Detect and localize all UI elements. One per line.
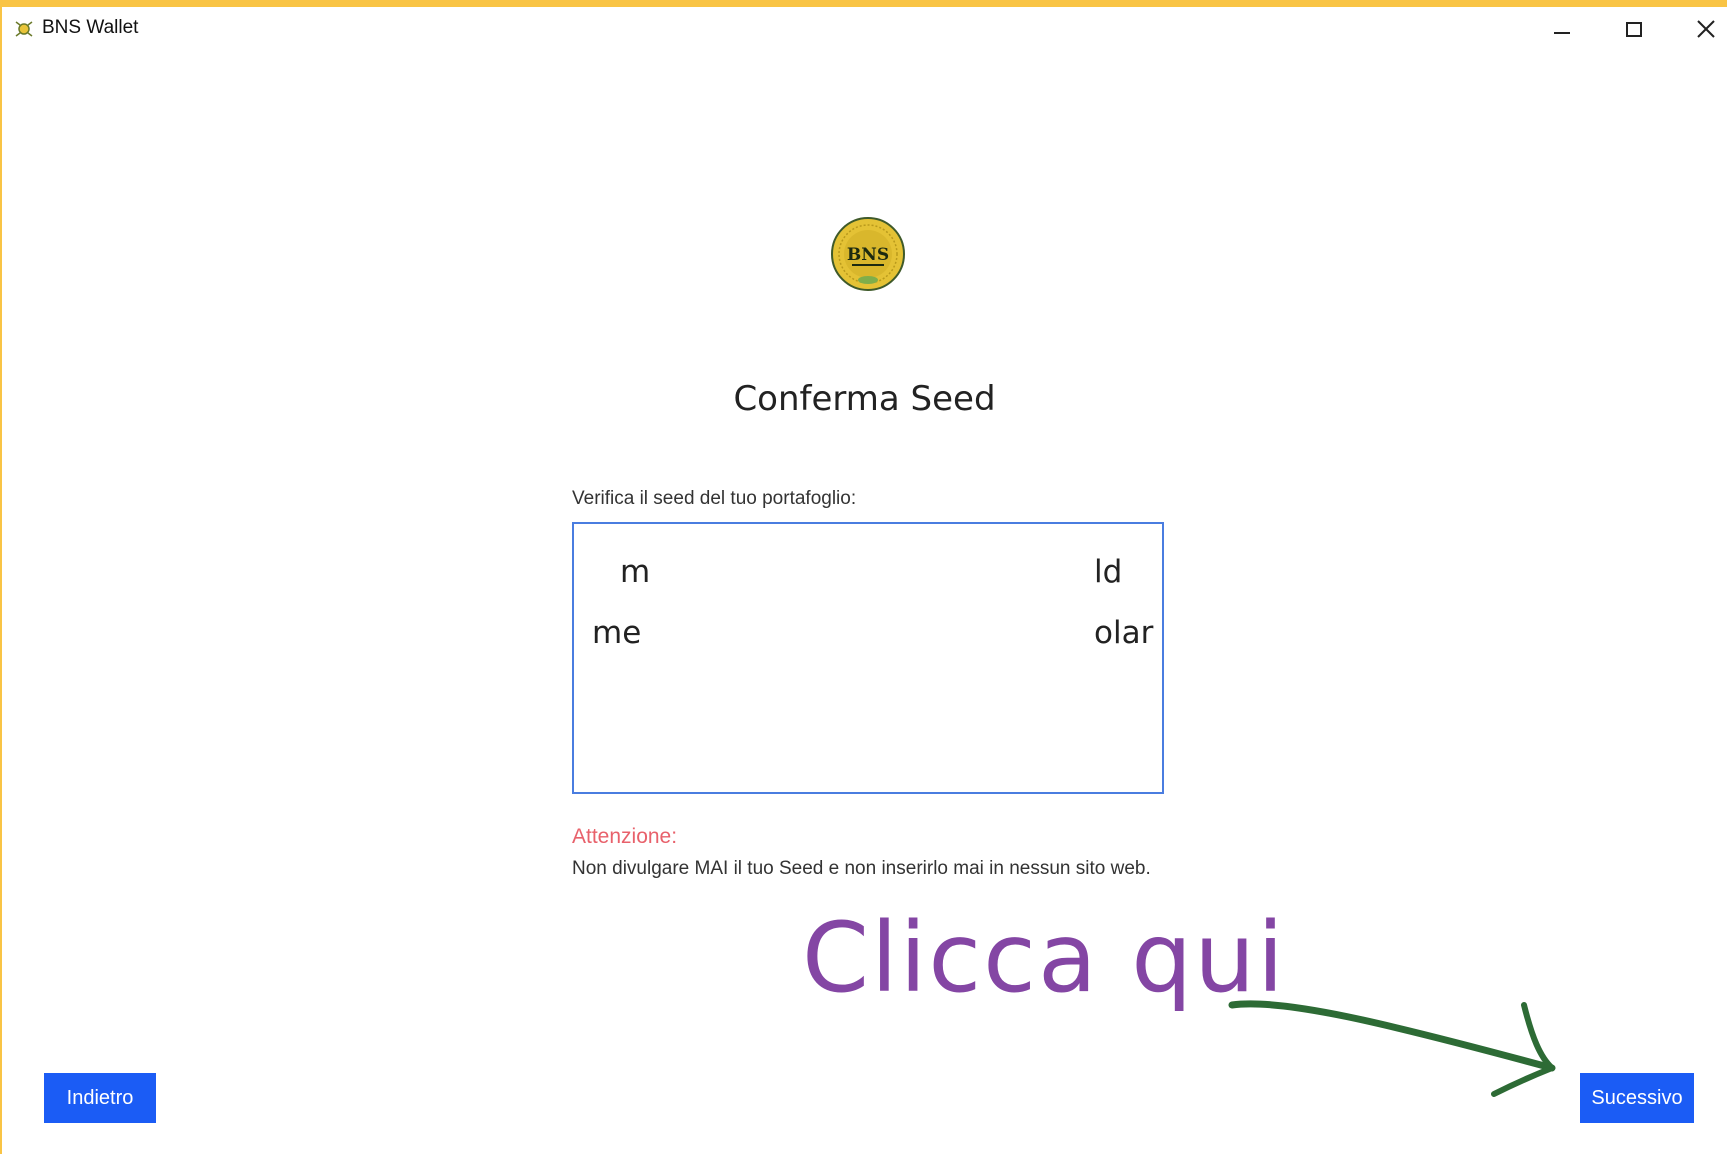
seed-word: olar	[1094, 615, 1154, 651]
bns-app-icon	[15, 21, 33, 37]
title-bar[interactable]: BNS Wallet	[2, 7, 1727, 51]
seed-input[interactable]: m ld me olar	[572, 522, 1164, 794]
app-window: BNS Wallet BNS Conferma Seed Verifica il…	[2, 7, 1727, 1154]
seed-word: me	[592, 615, 642, 651]
page-title: Conferma Seed	[733, 379, 996, 419]
annotation-arrow-icon	[1228, 1000, 1556, 1097]
warning-text: Non divulgare MAI il tuo Seed e non inse…	[572, 858, 1151, 879]
seed-word: ld	[1094, 554, 1123, 590]
bns-logo: BNS	[831, 217, 905, 291]
seed-label: Verifica il seed del tuo portafoglio:	[572, 488, 857, 509]
logo-text: BNS	[847, 245, 889, 265]
minimize-icon	[1554, 32, 1570, 34]
warning-title: Attenzione:	[572, 825, 678, 848]
close-button[interactable]	[1686, 13, 1726, 45]
annotation-text: Clicca qui	[802, 902, 1286, 1014]
close-icon	[1697, 20, 1715, 38]
maximize-icon	[1626, 22, 1642, 37]
minimize-button[interactable]	[1542, 13, 1582, 45]
maximize-button[interactable]	[1614, 13, 1654, 45]
back-button[interactable]: Indietro	[44, 1073, 156, 1123]
seed-word: m	[620, 554, 651, 590]
next-button[interactable]: Sucessivo	[1580, 1073, 1694, 1123]
window-title: BNS Wallet	[42, 17, 139, 38]
